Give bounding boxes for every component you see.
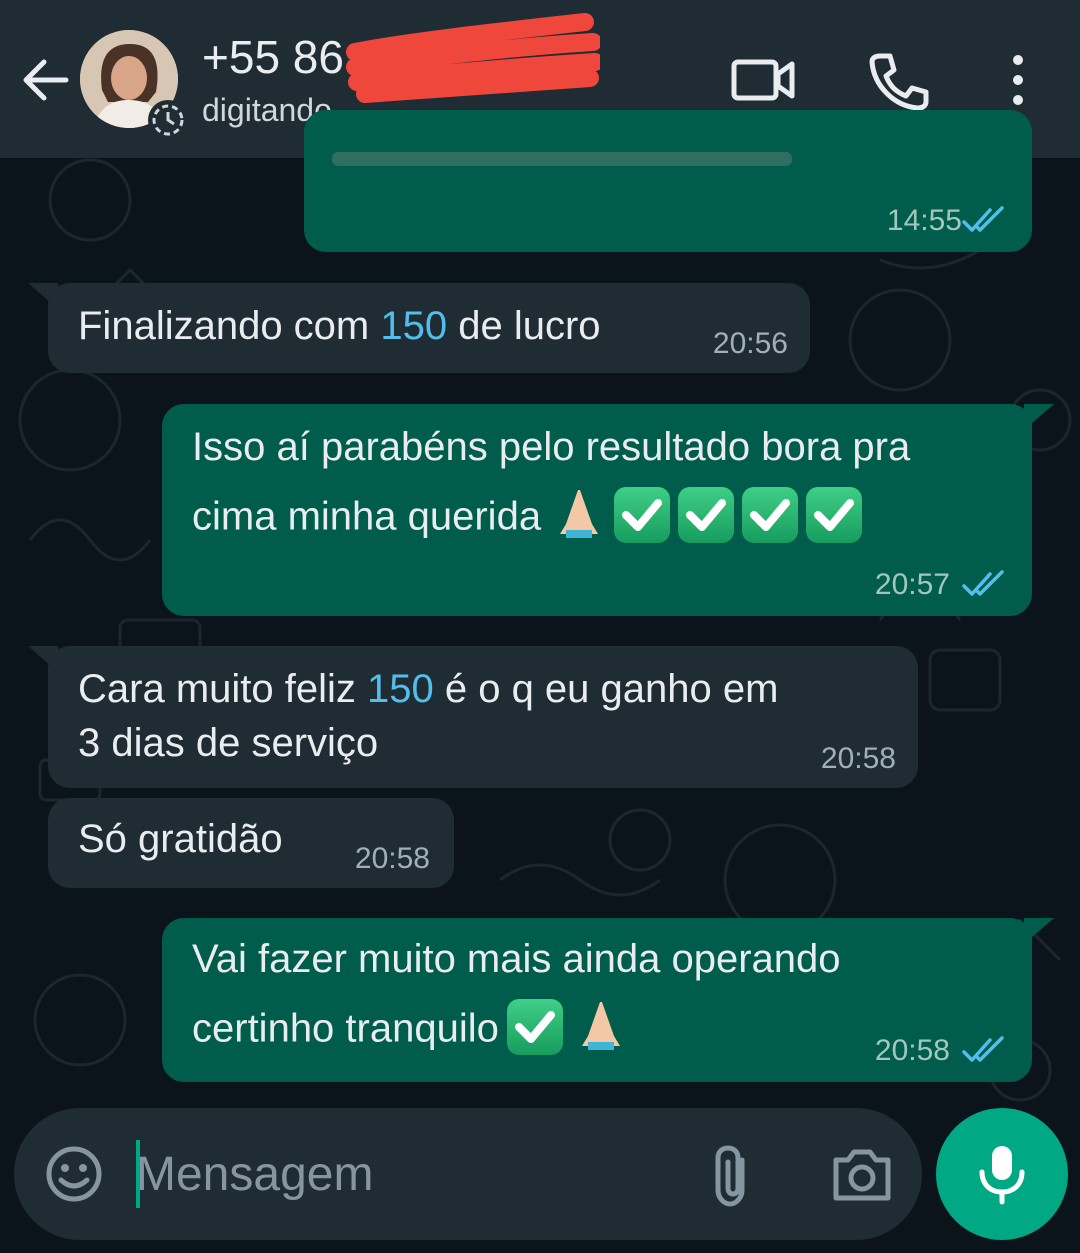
message-text-line-2: 3 dias de serviço	[78, 721, 379, 765]
message-input[interactable]	[136, 1132, 696, 1216]
message-text-line-1: Cara muito feliz 150 é o q eu ganho em	[78, 667, 779, 711]
message-text: Finalizando com 150 de lucro	[78, 304, 601, 348]
check-mark-emoji	[678, 487, 735, 543]
message-time: 20:56	[712, 327, 788, 360]
hidden-text-remnant	[332, 152, 792, 166]
bubble-tail	[1024, 404, 1054, 430]
number-highlight: 150	[366, 667, 434, 711]
attach-icon[interactable]	[706, 1142, 760, 1210]
message-time: 20:58	[354, 842, 430, 875]
camera-icon[interactable]	[830, 1144, 894, 1204]
folded-hands-emoji	[552, 484, 606, 554]
number-highlight: 150	[380, 304, 448, 348]
check-mark-emoji	[806, 487, 863, 543]
status-timer-icon	[148, 100, 188, 140]
more-vert-icon[interactable]	[996, 50, 1040, 110]
message-text-line-1: Vai fazer muito mais ainda operando	[192, 937, 841, 981]
message-time: 20:57	[874, 568, 950, 601]
message-time: 20:58	[820, 742, 896, 775]
check-mark-emoji	[614, 487, 671, 543]
message-composer	[14, 1108, 922, 1240]
message-outgoing[interactable]: 14:55	[304, 110, 1032, 252]
message-outgoing[interactable]: Isso aí parabéns pelo resultado bora pra…	[162, 404, 1032, 616]
message-text-line-2: cima minha querida	[192, 484, 863, 554]
redaction-scribble	[346, 13, 600, 103]
double-check-icon	[962, 570, 1004, 596]
message-text-line-2: certinho tranquilo	[192, 996, 628, 1066]
back-arrow-icon[interactable]	[18, 52, 74, 108]
mic-icon	[979, 1146, 1025, 1205]
check-mark-emoji	[506, 999, 563, 1055]
text-caret	[136, 1140, 140, 1208]
message-text: Só gratidão	[78, 817, 283, 861]
contact-name[interactable]: +55 86	[202, 30, 344, 84]
double-check-icon	[962, 1036, 1004, 1062]
message-incoming[interactable]: Cara muito feliz 150 é o q eu ganho em 3…	[48, 646, 918, 788]
message-text-line-1: Isso aí parabéns pelo resultado bora pra	[192, 425, 911, 469]
bubble-tail	[1024, 918, 1054, 944]
emoji-icon[interactable]	[44, 1144, 104, 1204]
message-incoming[interactable]: Só gratidão 20:58	[48, 798, 454, 888]
mic-button[interactable]	[936, 1108, 1068, 1240]
message-incoming[interactable]: Finalizando com 150 de lucro 20:56	[48, 283, 810, 373]
message-outgoing[interactable]: Vai fazer muito mais ainda operando cert…	[162, 918, 1032, 1082]
folded-hands-emoji	[574, 996, 628, 1066]
message-time: 14:55	[886, 204, 962, 237]
video-call-icon[interactable]	[728, 50, 798, 110]
check-mark-emoji	[742, 487, 799, 543]
message-time: 20:58	[874, 1034, 950, 1067]
double-check-icon	[962, 206, 1004, 232]
phone-icon[interactable]	[866, 48, 932, 114]
